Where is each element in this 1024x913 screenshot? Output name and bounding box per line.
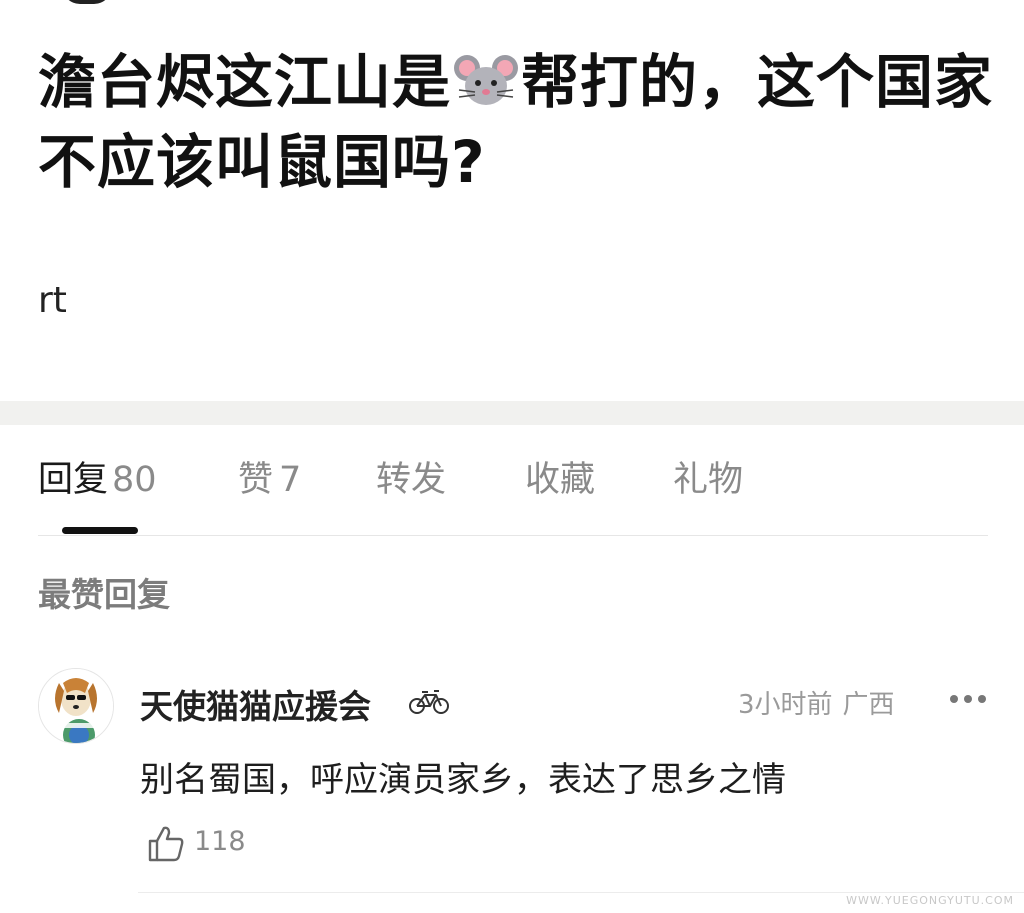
like-count: 118: [194, 826, 246, 857]
reply-item: 天使猫猫应援会 3小时前 广西 别名蜀国，呼应演员家乡，表达了思乡之情 118: [0, 660, 1024, 900]
tab-count: 80: [112, 460, 157, 500]
tab-bar: 回复 80 赞7 转发 收藏 礼物: [38, 455, 988, 505]
tab-label: 回复: [38, 460, 109, 500]
reply-location: 广西: [842, 690, 895, 720]
reply-content: 别名蜀国，呼应演员家乡，表达了思乡之情: [140, 760, 786, 800]
thumbs-up-icon: [148, 826, 184, 862]
tab-replies[interactable]: 回复 80: [38, 455, 157, 505]
tab-label: 赞: [238, 460, 274, 500]
post-title-part1: 澹台烬这江山是: [38, 48, 452, 116]
section-divider: [0, 401, 1024, 425]
tab-repost[interactable]: 转发: [376, 455, 446, 505]
active-tab-indicator: [62, 527, 138, 534]
post-title: 澹台烬这江山是 帮打的，这个国家不应该叫鼠国吗?: [38, 42, 998, 202]
tab-gifts[interactable]: 礼物: [673, 455, 743, 505]
tab-label: 转发: [376, 460, 447, 500]
tab-label: 礼物: [673, 460, 744, 500]
tab-favorite[interactable]: 收藏: [525, 455, 595, 505]
reply-time: 3小时前: [738, 690, 833, 720]
bicycle-icon: [409, 690, 449, 714]
top-replies-heading: 最赞回复: [38, 575, 170, 614]
more-options-icon[interactable]: [948, 688, 988, 710]
tab-bar-underline: [38, 535, 988, 536]
tab-likes[interactable]: 赞7: [238, 455, 301, 505]
post-body: rt: [38, 280, 67, 321]
watermark: WWW.YUEGONGYUTU.COM: [846, 894, 1014, 907]
tab-label: 收藏: [525, 460, 596, 500]
reply-divider: [138, 892, 1024, 893]
reply-meta: 3小时前 广西: [738, 684, 895, 721]
mouse-face-icon: [454, 55, 519, 105]
dog-avatar-icon: [39, 669, 113, 743]
avatar[interactable]: [38, 668, 114, 744]
like-button[interactable]: 118: [140, 822, 270, 866]
reply-username[interactable]: 天使猫猫应援会: [140, 680, 371, 728]
tab-count: 7: [279, 460, 302, 500]
author-avatar-edge[interactable]: [62, 0, 112, 4]
post-page: 澹台烬这江山是 帮打的，这个国家不应该叫鼠国吗? rt 回复 80 赞7 转发 收…: [0, 0, 1024, 913]
